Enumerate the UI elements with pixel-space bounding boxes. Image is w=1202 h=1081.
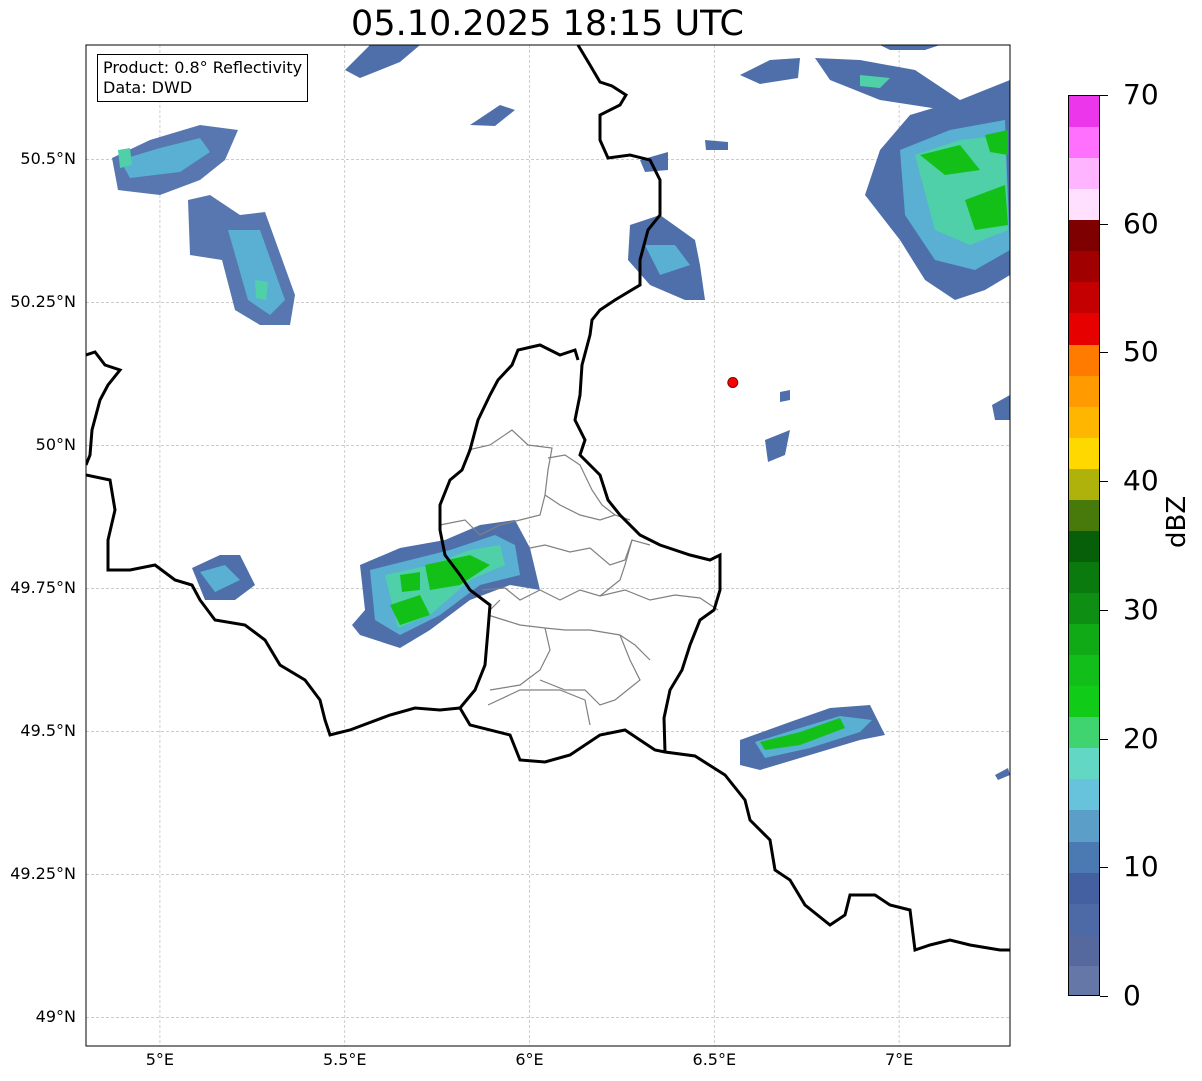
colorbar-segment <box>1069 624 1099 656</box>
colorbar-tick <box>1100 223 1108 225</box>
colorbar-segment <box>1069 748 1099 780</box>
colorbar <box>1068 95 1100 996</box>
latitude-tick-label: 49.25°N <box>10 864 76 884</box>
colorbar-segment <box>1069 251 1099 283</box>
longitude-tick-label: 7°E <box>884 1050 914 1069</box>
colorbar-segment <box>1069 499 1099 531</box>
product-label: Product: 0.8° Reflectivity <box>103 58 303 77</box>
colorbar-segment <box>1069 220 1099 252</box>
colorbar-segment <box>1069 903 1099 935</box>
colorbar-segment <box>1069 872 1099 904</box>
latitude-tick-label: 50°N <box>35 435 76 455</box>
data-source-label: Data: DWD <box>103 78 193 97</box>
colorbar-segment <box>1069 344 1099 376</box>
latitude-tick-label: 49.75°N <box>10 578 76 598</box>
longitude-tick-label: 5.5°E <box>322 1050 367 1069</box>
colorbar-segment <box>1069 655 1099 687</box>
colorbar-segment <box>1069 96 1099 128</box>
radar-echo-nw-upper-strong <box>118 148 132 168</box>
latitude-tick-label: 49°N <box>35 1007 76 1027</box>
colorbar-segment <box>1069 127 1099 159</box>
radar-map[interactable] <box>0 0 1202 1081</box>
colorbar-segment <box>1069 189 1099 221</box>
radar-echo-nw-lower-strong <box>255 280 268 300</box>
colorbar-segment <box>1069 841 1099 873</box>
colorbar-segment <box>1069 686 1099 718</box>
colorbar-segment <box>1069 530 1099 562</box>
colorbar-segment <box>1069 406 1099 438</box>
colorbar-tick-label: 20 <box>1123 721 1159 755</box>
colorbar-segment <box>1069 282 1099 314</box>
latitude-tick-label: 49.5°N <box>20 721 76 741</box>
colorbar-tick <box>1100 481 1108 483</box>
colorbar-segment <box>1069 561 1099 593</box>
colorbar-tick-label: 10 <box>1123 850 1159 884</box>
radar-site-marker <box>727 376 739 388</box>
colorbar-segment <box>1069 468 1099 500</box>
colorbar-segment <box>1069 934 1099 966</box>
colorbar-tick-label: 70 <box>1123 78 1159 111</box>
colorbar-unit-label: dBZ <box>1162 495 1192 548</box>
colorbar-tick-label: 30 <box>1123 592 1159 626</box>
colorbar-segment <box>1069 593 1099 625</box>
colorbar-segment <box>1069 375 1099 407</box>
colorbar-segment <box>1069 779 1099 811</box>
colorbar-segment <box>1069 810 1099 842</box>
colorbar-segment <box>1069 717 1099 749</box>
colorbar-segment <box>1069 158 1099 190</box>
colorbar-segment <box>1069 965 1099 995</box>
colorbar-segment <box>1069 313 1099 345</box>
colorbar-tick <box>1100 609 1108 611</box>
colorbar-tick <box>1100 352 1108 354</box>
radar-echo-east-small2 <box>780 390 790 402</box>
latitude-tick-label: 50.25°N <box>10 292 76 312</box>
colorbar-tick <box>1100 996 1108 997</box>
colorbar-tick-label: 50 <box>1123 335 1159 369</box>
colorbar-tick-label: 40 <box>1123 464 1159 498</box>
colorbar-tick <box>1100 738 1108 740</box>
radar-echo-central-strong3 <box>400 572 420 592</box>
product-info-box: Product: 0.8° Reflectivity Data: DWD <box>97 54 309 102</box>
colorbar-segment <box>1069 437 1099 469</box>
colorbar-tick-label: 0 <box>1123 979 1141 1012</box>
longitude-tick-label: 5°E <box>145 1050 175 1069</box>
latitude-tick-label: 50.5°N <box>20 149 76 169</box>
colorbar-tick <box>1100 867 1108 869</box>
colorbar-tick <box>1100 95 1108 96</box>
longitude-tick-label: 6°E <box>515 1050 544 1069</box>
colorbar-tick-label: 60 <box>1123 206 1159 240</box>
longitude-tick-label: 6.5°E <box>692 1050 737 1069</box>
